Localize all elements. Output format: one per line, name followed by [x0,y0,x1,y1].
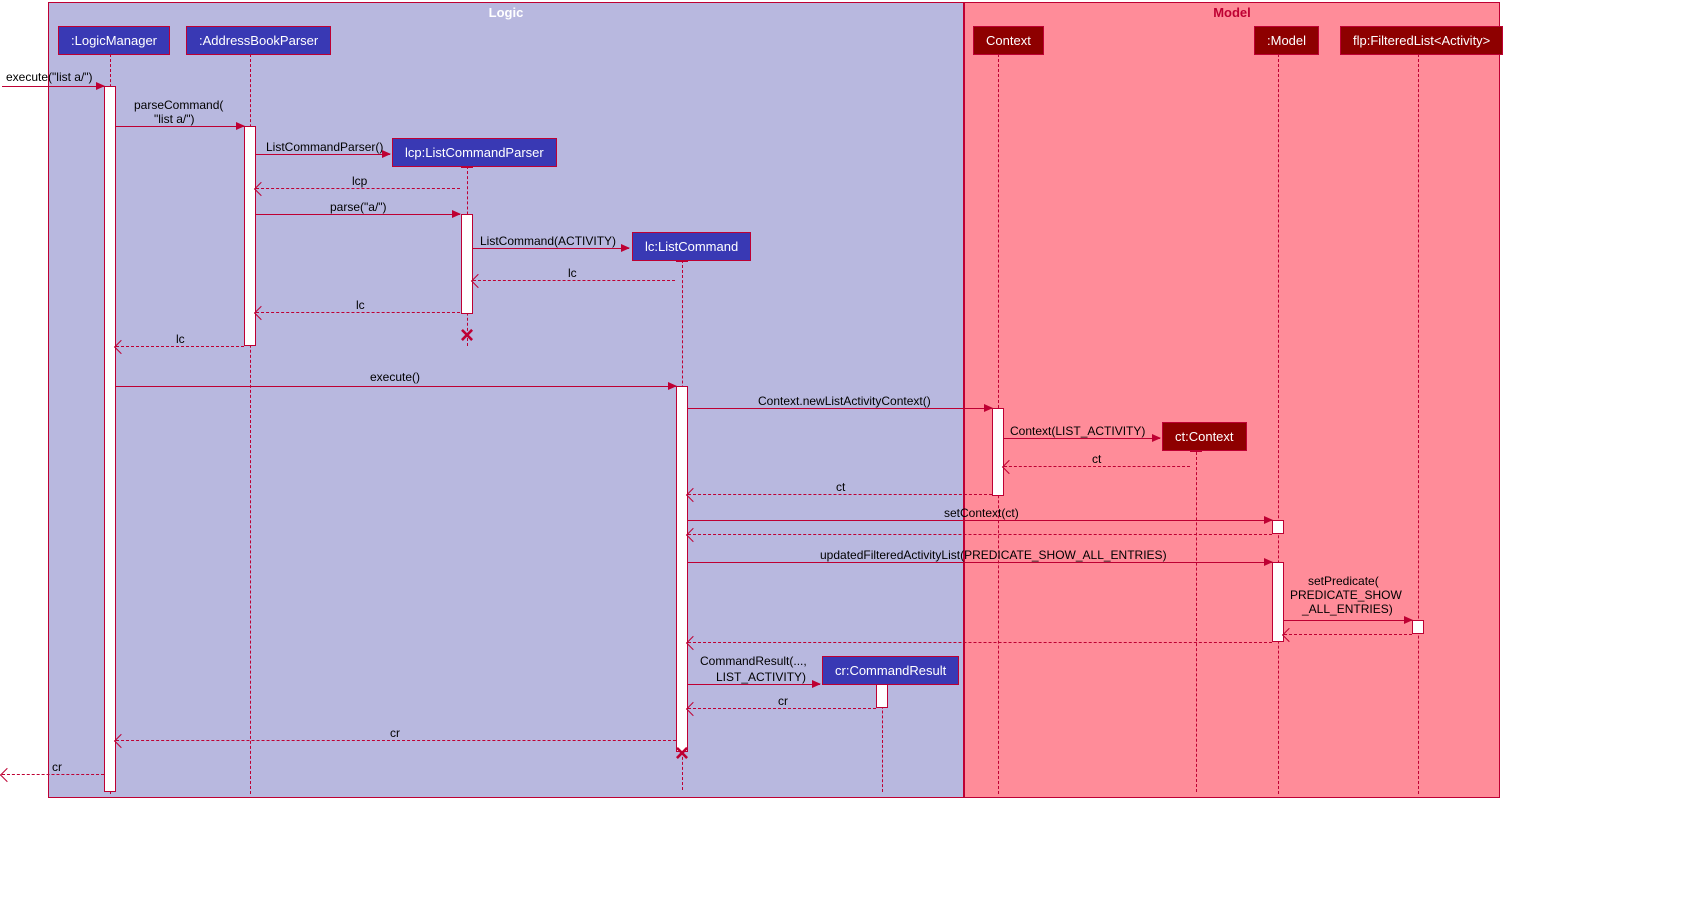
msg-set-predicate-1: setPredicate( [1308,574,1379,588]
arrow-r8 [1004,466,1190,467]
msg-parse-command-1: parseCommand( [134,98,223,112]
msg-set-predicate-2: PREDICATE_SHOW [1290,588,1402,602]
arrow-m12 [688,684,820,685]
arrow-r7 [688,494,992,495]
participant-filtered-list: flp:FilteredList<Activity> [1340,26,1503,55]
participant-list-command-parser: lcp:ListCommandParser [392,138,557,167]
lifeline-model [1278,54,1279,794]
activation-flp [1412,620,1424,634]
participant-model: :Model [1254,26,1319,55]
msg-parse: parse("a/") [330,200,387,214]
arrow-m3 [256,154,390,155]
ret-lc-3: lc [176,332,185,346]
activation-model-1 [1272,520,1284,534]
msg-lcp-ctor: ListCommandParser() [266,140,383,154]
arrow-r2 [116,346,244,347]
arrow-r6 [116,740,676,741]
participant-address-book-parser: :AddressBookParser [186,26,331,55]
arrow-r10 [688,642,1272,643]
participant-list-command: lc:ListCommand [632,232,751,261]
ret-final: cr [52,760,62,774]
ret-lcp: lcp [352,174,367,188]
ret-lc-1: lc [568,266,577,280]
lifeline-flp [1418,54,1419,794]
msg-execute: execute() [370,370,420,384]
participant-logic-manager: :LogicManager [58,26,170,55]
participant-context: Context [973,26,1044,55]
arrow-m11 [1284,620,1412,621]
ret-ct-1: ct [1092,452,1101,466]
arrow-r5 [473,280,675,281]
arrow-m7 [688,408,992,409]
ret-ct-2: ct [836,480,845,494]
activation-logic-manager [104,86,116,792]
activation-cr [876,684,888,708]
activation-context [992,408,1004,496]
msg-set-predicate-3: _ALL_ENTRIES) [1302,602,1393,616]
msg-command-result-1: CommandResult(..., [700,654,807,668]
destroy-lc: × [672,744,692,764]
arrow-m10 [688,562,1272,563]
msg-set-context: setContext(ct) [944,506,1019,520]
msg-new-context: Context.newListActivityContext() [758,394,931,408]
arrow-r4 [256,312,460,313]
lifeline-ct [1196,452,1197,792]
arrow-m4 [256,214,460,215]
arrow-rfinal [2,774,104,775]
arrow-r9 [688,534,1272,535]
arrow-r11 [1284,634,1412,635]
logic-frame-label: Logic [481,3,532,22]
msg-parse-command-2: "list a/") [154,112,195,126]
model-frame-label: Model [1205,3,1259,22]
msg-update-filtered: updatedFilteredActivityList(PREDICATE_SH… [820,548,1167,562]
msg-execute-list: execute("list a/") [6,70,93,84]
arrow-r12 [688,708,876,709]
model-frame: Model [964,2,1500,798]
activation-model-2 [1272,562,1284,642]
ret-lc-2: lc [356,298,365,312]
activation-lcp-2 [461,214,473,314]
arrow-m5 [473,248,629,249]
arrow-m1 [2,86,104,87]
participant-command-result: cr:CommandResult [822,656,959,685]
participant-ct-context: ct:Context [1162,422,1247,451]
msg-list-command: ListCommand(ACTIVITY) [480,234,616,248]
arrow-m8 [1004,438,1160,439]
arrow-m6 [116,386,676,387]
arrow-r3 [256,188,460,189]
arrow-m2 [116,126,244,127]
ret-cr-1: cr [778,694,788,708]
msg-context-ctor: Context(LIST_ACTIVITY) [1010,424,1145,438]
msg-command-result-2: LIST_ACTIVITY) [716,670,806,684]
activation-lc-2 [676,386,688,752]
destroy-lcp: × [457,326,477,346]
ret-cr-2: cr [390,726,400,740]
arrow-m9 [688,520,1272,521]
